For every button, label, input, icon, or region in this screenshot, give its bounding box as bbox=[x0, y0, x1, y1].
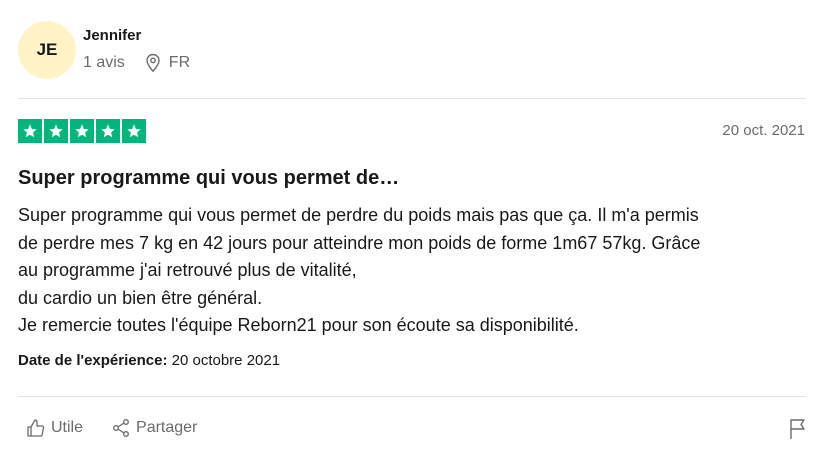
experience-date-label: Date de l'expérience: bbox=[18, 352, 168, 369]
star-icon bbox=[18, 119, 42, 143]
review-date: 20 oct. 2021 bbox=[722, 122, 805, 139]
divider bbox=[18, 396, 806, 397]
star-rating bbox=[18, 119, 146, 143]
experience-date: Date de l'expérience: 20 octobre 2021 bbox=[18, 352, 280, 369]
star-icon bbox=[44, 119, 68, 143]
flag-icon bbox=[790, 419, 805, 439]
avatar-initials: JE bbox=[36, 40, 58, 59]
review-count: 1 avis bbox=[83, 54, 125, 71]
location-pin-icon bbox=[145, 53, 161, 73]
divider bbox=[18, 98, 806, 99]
share-icon bbox=[113, 419, 129, 437]
share-label: Partager bbox=[136, 419, 198, 436]
reviewer-name[interactable]: Jennifer bbox=[83, 27, 141, 44]
review-body-line: au programme j'ai retrouvé plus de vital… bbox=[18, 260, 357, 280]
review-body: Super programme qui vous permet de perdr… bbox=[18, 202, 818, 340]
review-body-line: Je remercie toutes l'équipe Reborn21 pou… bbox=[18, 315, 579, 335]
review-actions: Utile Partager bbox=[26, 418, 197, 438]
share-button[interactable]: Partager bbox=[111, 418, 197, 438]
reviewer-meta: 1 avis FR bbox=[83, 53, 190, 73]
thumbs-up-icon bbox=[27, 419, 45, 437]
avatar[interactable]: JE bbox=[18, 21, 76, 79]
review-body-line: Super programme qui vous permet de perdr… bbox=[18, 205, 699, 225]
review-body-line: de perdre mes 7 kg en 42 jours pour atte… bbox=[18, 232, 701, 253]
star-icon bbox=[70, 119, 94, 143]
useful-label: Utile bbox=[51, 419, 84, 436]
star-icon bbox=[122, 119, 146, 143]
review-title[interactable]: Super programme qui vous permet de… bbox=[18, 167, 399, 190]
reviewer-country: FR bbox=[168, 54, 191, 71]
review-body-line: du cardio un bien être général. bbox=[18, 287, 263, 308]
experience-date-value: 20 octobre 2021 bbox=[171, 352, 281, 369]
report-button[interactable] bbox=[789, 418, 807, 445]
useful-button[interactable]: Utile bbox=[26, 418, 83, 438]
star-icon bbox=[96, 119, 120, 143]
